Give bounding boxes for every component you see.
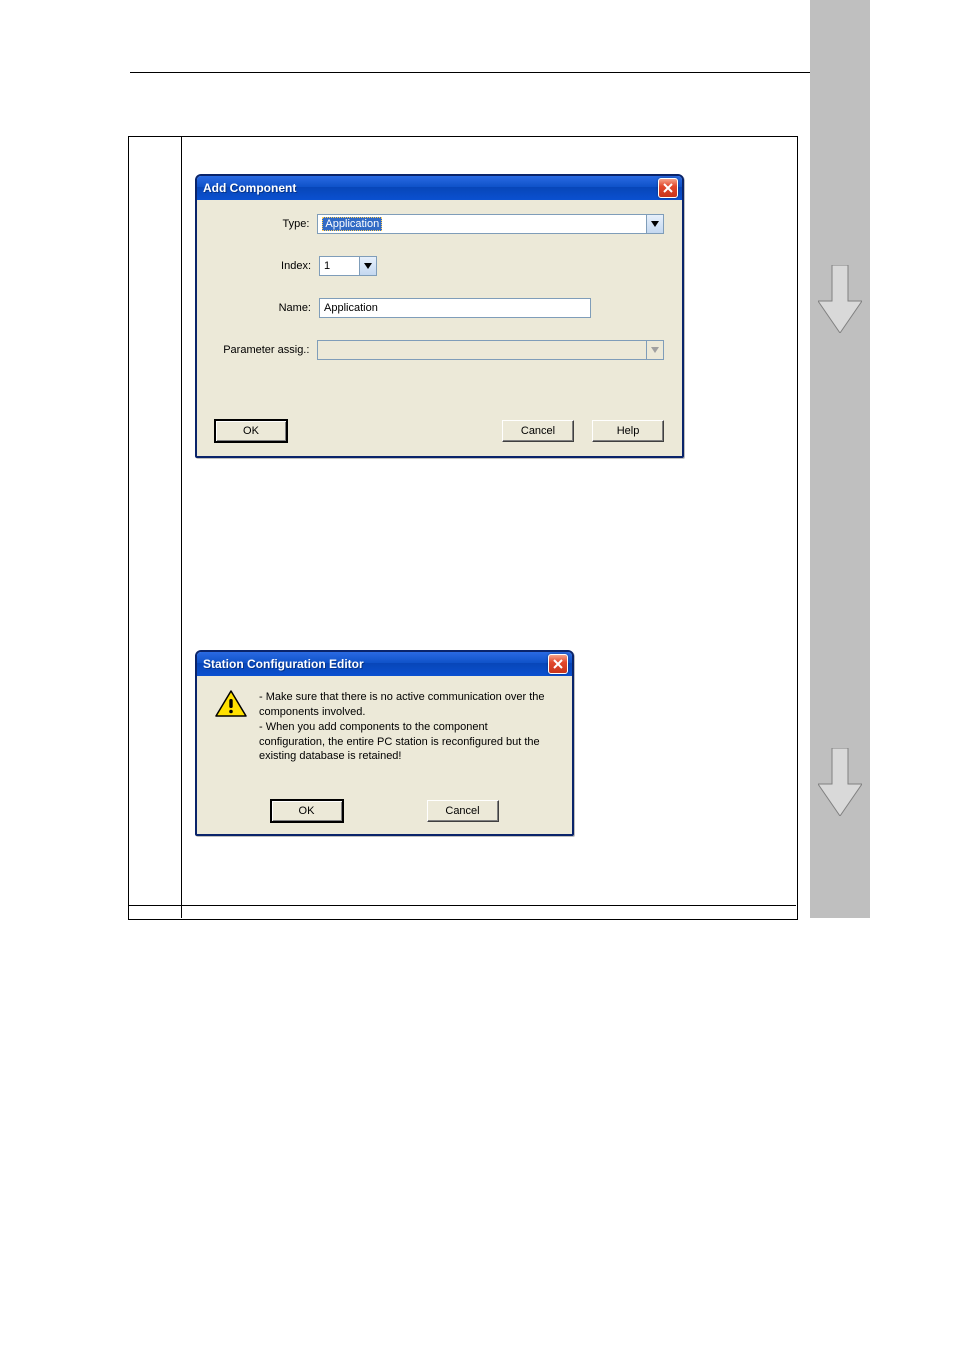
dialog-button-row: OK Cancel (211, 776, 558, 822)
form-row-param: Parameter assig.: (215, 340, 664, 360)
index-select[interactable]: 1 (319, 256, 377, 276)
index-value: 1 (324, 260, 330, 272)
header-rule (130, 72, 810, 73)
arrow-down-icon (818, 265, 862, 333)
frame-column-divider (181, 136, 182, 918)
type-label: Type: (215, 218, 317, 230)
warning-icon (215, 690, 247, 718)
index-label: Index: (215, 260, 319, 272)
type-value: Application (322, 217, 382, 231)
chevron-down-icon (651, 347, 659, 353)
form-row-name: Name: (215, 298, 664, 318)
warning-row: - Make sure that there is no active comm… (211, 686, 558, 776)
close-icon (663, 183, 673, 193)
close-button[interactable] (658, 178, 678, 198)
cancel-button[interactable]: Cancel (427, 800, 499, 822)
frame-row-divider (128, 905, 796, 906)
chevron-down-icon (651, 221, 659, 227)
help-button[interactable]: Help (592, 420, 664, 442)
dialog-title: Add Component (203, 181, 658, 195)
warning-text: - Make sure that there is no active comm… (259, 690, 549, 764)
ok-button[interactable]: OK (271, 800, 343, 822)
dialog-titlebar[interactable]: Station Configuration Editor (197, 652, 572, 676)
close-icon (553, 659, 563, 669)
param-select (317, 340, 664, 360)
param-label: Parameter assig.: (215, 344, 317, 356)
dialog-body: Type: Application Index: 1 N (197, 200, 682, 456)
dialog-title: Station Configuration Editor (203, 657, 548, 671)
name-label: Name: (215, 302, 319, 314)
dropdown-button[interactable] (359, 257, 376, 275)
station-config-dialog: Station Configuration Editor - Make sure… (195, 650, 574, 836)
dropdown-button (646, 341, 663, 359)
chevron-down-icon (364, 263, 372, 269)
form-row-type: Type: Application (215, 214, 664, 234)
close-button[interactable] (548, 654, 568, 674)
cancel-button[interactable]: Cancel (502, 420, 574, 442)
page: Add Component Type: Application Index: (0, 0, 954, 1351)
dialog-titlebar[interactable]: Add Component (197, 176, 682, 200)
name-input[interactable] (319, 298, 591, 318)
ok-button[interactable]: OK (215, 420, 287, 442)
dropdown-button[interactable] (646, 215, 663, 233)
dialog-button-row: OK Cancel Help (215, 416, 664, 442)
arrow-down-icon (818, 748, 862, 816)
dialog-body: - Make sure that there is no active comm… (197, 676, 572, 834)
type-select[interactable]: Application (317, 214, 664, 234)
form-row-index: Index: 1 (215, 256, 664, 276)
add-component-dialog: Add Component Type: Application Index: (195, 174, 684, 458)
